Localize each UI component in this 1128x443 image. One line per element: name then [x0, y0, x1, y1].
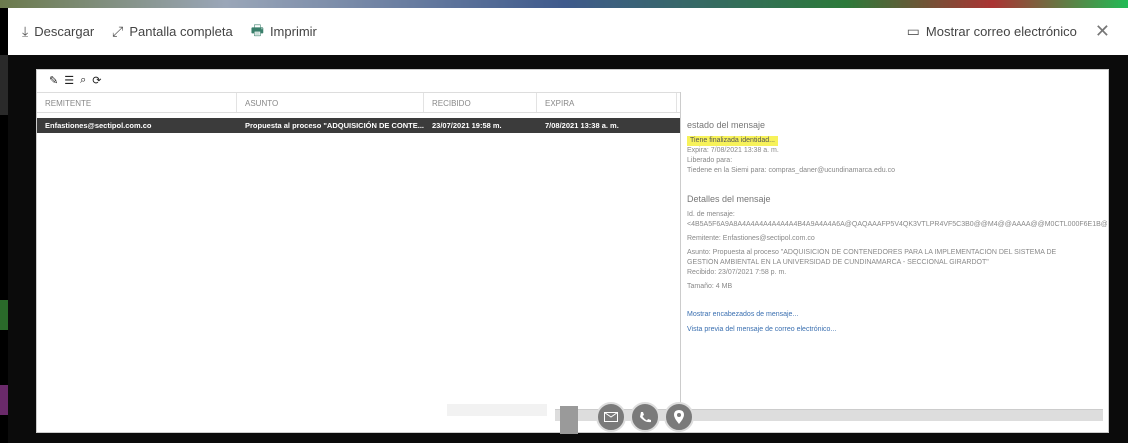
close-icon[interactable]: ✕	[1095, 21, 1110, 42]
grid-header: REMITENTE ASUNTO RECIBIDO EXPIRA	[37, 92, 680, 113]
left-edge	[0, 55, 8, 115]
message-id-label: Id. de mensaje:	[687, 211, 735, 218]
print-label: Imprimir	[269, 24, 317, 39]
sender-line: Remitente: Enfastiones@sectipol.com.co	[687, 235, 815, 242]
faint-overlay	[447, 404, 547, 416]
expand-icon: ⤢	[112, 23, 124, 39]
viewer-toolbar: ⤓ Descargar ⤢ Pantalla completa 🖶 Imprim…	[8, 8, 1128, 55]
show-email-button[interactable]: ▭ Mostrar correo electrónico	[907, 23, 1077, 40]
printer-icon: 🖶	[250, 21, 264, 38]
highlight-text: Tiene finalizada identidad...	[687, 136, 778, 146]
download-icon: ⤓	[22, 23, 29, 39]
status-title: estado del mensaje	[687, 120, 766, 130]
print-button[interactable]: 🖶 Imprimir	[251, 20, 317, 44]
details-title: Detalles del mensaje	[687, 194, 771, 204]
released-label: Liberado para:	[687, 157, 733, 164]
left-edge-green	[0, 300, 8, 330]
show-email-label: Mostrar correo electrónico	[925, 24, 1077, 39]
location-icon[interactable]	[664, 402, 694, 432]
show-headers-link[interactable]: Mostrar encabezados de mensaje...	[687, 310, 1107, 320]
top-background-strip	[0, 0, 1128, 8]
list-icon[interactable]: ☰	[64, 74, 74, 87]
column-sender[interactable]: REMITENTE	[37, 93, 237, 112]
phone-icon[interactable]	[630, 402, 660, 432]
edit-icon[interactable]: ✎	[49, 74, 58, 87]
refresh-icon[interactable]: ⟳	[92, 74, 101, 87]
row-received: 23/07/2021 19:58 m.	[432, 121, 502, 130]
column-expires[interactable]: EXPIRA	[537, 93, 677, 112]
table-row[interactable]: Enfastiones@sectipol.com.co Propuesta al…	[37, 118, 680, 133]
left-edge-purple	[0, 385, 8, 415]
size-line: Tamaño: 4 MB	[687, 283, 733, 290]
row-subject: Propuesta al proceso "ADQUISICIÓN DE CON…	[245, 121, 424, 130]
row-expires: 7/08/2021 13:38 a. m.	[545, 121, 619, 130]
download-button[interactable]: ⤓ Descargar	[22, 23, 94, 40]
preview-link[interactable]: Vista previa del mensaje de correo elect…	[687, 325, 1107, 335]
column-subject[interactable]: ASUNTO	[237, 93, 424, 112]
subject-line: Asunto: Propuesta al proceso "ADQUISICIÓ…	[687, 249, 1057, 256]
released-line: Tiedene en la Siemi para: compras_daner@…	[687, 167, 896, 174]
message-id-value: <4B5A5F6A9A8A4A4A4A4A4A4A4B4A9A4A4A6A@QA…	[687, 221, 1107, 228]
mail-icon: ▭	[906, 23, 920, 39]
download-label: Descargar	[34, 24, 95, 39]
message-grid: REMITENTE ASUNTO RECIBIDO EXPIRA Enfasti…	[37, 92, 681, 432]
fullscreen-button[interactable]: ⤢ Pantalla completa	[112, 23, 233, 40]
scroll-thumb[interactable]	[560, 406, 578, 434]
expires-line: Expira: 7/08/2021 13:38 a. m.	[687, 147, 779, 154]
received-line: Recibido: 23/07/2021 7:58 p. m.	[687, 269, 787, 276]
mini-toolbar: ✎ ☰ ⌕ ⟳	[49, 74, 101, 87]
details-pane: estado del mensaje Tiene finalizada iden…	[687, 120, 1107, 335]
subject-line-2: GESTIÓN AMBIENTAL EN LA UNIVERSIDAD DE C…	[687, 259, 989, 266]
column-received[interactable]: RECIBIDO	[424, 93, 537, 112]
message-panel: ✎ ☰ ⌕ ⟳ REMITENTE ASUNTO RECIBIDO EXPIRA…	[36, 69, 1109, 433]
fullscreen-label: Pantalla completa	[129, 24, 233, 39]
row-sender: Enfastiones@sectipol.com.co	[45, 121, 152, 130]
email-icon[interactable]	[596, 402, 626, 432]
search-icon[interactable]: ⌕	[80, 74, 86, 87]
